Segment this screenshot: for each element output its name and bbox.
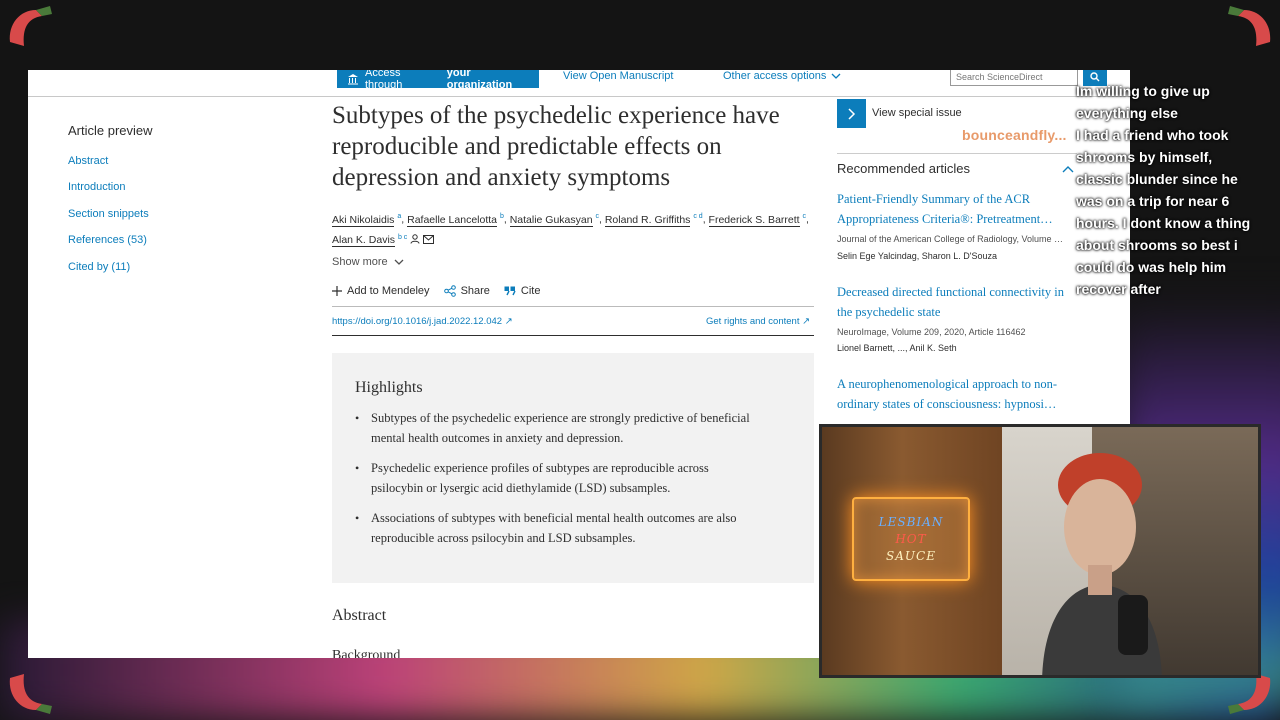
doi-link[interactable]: https://doi.org/10.1016/j.jad.2022.12.04… [332, 316, 513, 327]
chevron-up-icon[interactable] [1062, 165, 1074, 173]
nav-item-section-snippets[interactable]: Section snippets [68, 208, 149, 220]
chat-username: bounceandfly... [962, 127, 1067, 143]
doi-text: https://doi.org/10.1016/j.jad.2022.12.04… [332, 316, 503, 327]
author-list: Aki Nikolaidis a, Rafaelle Lancelotta b,… [332, 213, 809, 247]
recommended-article-journal: NeuroImage, Volume 209, 2020, Article 11… [837, 327, 1026, 337]
highlight-item: Subtypes of the psychedelic experience a… [355, 409, 755, 448]
mendeley-label: Add to Mendeley [347, 285, 430, 297]
plus-icon [332, 286, 342, 296]
author-link[interactable]: Alan K. Davis [332, 234, 396, 247]
recommended-article-link[interactable]: A neurophenomenological approach to non-… [837, 375, 1077, 414]
divider [837, 153, 1077, 154]
author-affiliation: b [499, 213, 504, 220]
neon-sign-line: SAUCE [886, 549, 936, 563]
chat-line: Im willing to give up [1076, 83, 1210, 99]
chat-line: about shrooms so best i [1076, 237, 1238, 253]
webcam-feed: LESBIAN HOT SAUCE [819, 424, 1261, 678]
author-link[interactable]: Natalie Gukasyan [509, 213, 593, 227]
recommended-article-authors: Lionel Barnett, ..., Anil K. Seth [837, 343, 957, 353]
nav-item-cited-by[interactable]: Cited by (11) [68, 261, 130, 273]
chat-line: recover after [1076, 281, 1161, 297]
chat-line: was on a trip for near 6 [1076, 193, 1230, 209]
show-more-label: Show more [332, 256, 388, 268]
article-actions: Add to Mendeley Share Cite [332, 285, 540, 297]
highlights-heading: Highlights [355, 379, 423, 396]
nav-item-abstract[interactable]: Abstract [68, 155, 108, 167]
access-prefix: Access through [365, 70, 403, 91]
chili-pepper-icon [9, 6, 52, 46]
person-icon[interactable] [410, 234, 420, 244]
recommended-articles-heading: Recommended articles [837, 161, 970, 176]
envelope-icon[interactable] [423, 235, 435, 244]
author-affiliation: c d [693, 213, 703, 220]
access-org: your organization [446, 70, 513, 91]
nav-item-introduction[interactable]: Introduction [68, 181, 125, 193]
recommended-article-authors: Selin Ege Yalcindag, Sharon L. D'Souza [837, 251, 997, 261]
chat-message: Im willing to give up everything else I … [1076, 80, 1266, 300]
divider [332, 306, 814, 307]
highlight-item: Psychedelic experience profiles of subty… [355, 459, 755, 498]
add-to-mendeley-button[interactable]: Add to Mendeley [332, 285, 430, 297]
cite-button[interactable]: Cite [504, 285, 541, 297]
author-link[interactable]: Rafaelle Lancelotta [407, 213, 498, 227]
get-rights-link[interactable]: Get rights and content ↗ [706, 316, 810, 327]
neon-sign: LESBIAN HOT SAUCE [852, 497, 970, 581]
special-issue-button[interactable] [837, 99, 866, 128]
chevron-down-icon [831, 73, 841, 79]
other-access-dropdown[interactable]: Other access options [723, 70, 841, 82]
chat-line: hours. I dont know a thing [1076, 215, 1251, 231]
neon-sign-line: HOT [895, 532, 927, 546]
chat-line: I had a friend who took [1076, 127, 1229, 143]
article-title: Subtypes of the psychedelic experience h… [332, 102, 780, 191]
highlight-item: Associations of subtypes with beneficial… [355, 509, 755, 548]
author-affiliation: b c [397, 233, 408, 241]
show-more-toggle[interactable]: Show more [332, 256, 404, 268]
abstract-heading: Abstract [332, 607, 387, 624]
article-preview-heading: Article preview [68, 123, 153, 138]
author-link[interactable]: Aki Nikolaidis [332, 213, 395, 227]
institution-icon [348, 74, 358, 85]
chat-line: shrooms by himself, [1076, 149, 1213, 165]
quote-icon [504, 286, 516, 296]
chevron-down-icon [394, 259, 404, 265]
chili-pepper-icon [9, 674, 52, 714]
recommended-article-link[interactable]: Decreased directed functional connectivi… [837, 283, 1077, 322]
view-manuscript-label: View Open Manuscript [563, 70, 674, 82]
top-access-bar: Access through your organization View Op… [28, 70, 1130, 97]
nav-item-references[interactable]: References (53) [68, 234, 147, 246]
background-heading: Background [332, 648, 401, 658]
author-link[interactable]: Roland R. Griffiths [604, 213, 691, 227]
share-icon [443, 285, 456, 297]
share-label: Share [460, 285, 490, 297]
special-issue-label[interactable]: View special issue [872, 107, 962, 119]
highlights-box: Highlights Subtypes of the psychedelic e… [332, 353, 814, 583]
cite-label: Cite [520, 285, 541, 297]
author-link[interactable]: Frederick S. Barrett [708, 213, 800, 227]
access-organization-button[interactable]: Access through your organization [337, 70, 539, 91]
chat-line: classic blunder since he [1076, 171, 1238, 187]
author-affiliation: a [397, 213, 402, 220]
view-manuscript-link[interactable]: View Open Manuscript [563, 70, 673, 82]
recommended-article-journal: Journal of the American College of Radio… [837, 234, 1063, 244]
author-affiliation: c [595, 213, 600, 220]
chili-pepper-icon [1228, 6, 1271, 46]
rights-text: Get rights and content [706, 316, 800, 327]
neon-sign-line: LESBIAN [878, 515, 944, 529]
recommended-article-link[interactable]: Patient-Friendly Summary of the ACR Appr… [837, 190, 1077, 229]
search-input[interactable]: Search ScienceDirect [950, 70, 1078, 86]
chevron-right-icon [847, 107, 855, 120]
author-affiliation: c [802, 213, 807, 220]
share-button[interactable]: Share [443, 285, 490, 297]
streamer-silhouette [1042, 453, 1162, 675]
chat-line: could do was help him [1076, 259, 1227, 275]
divider [332, 335, 814, 336]
other-access-label: Other access options [723, 70, 827, 82]
chat-line: everything else [1076, 105, 1178, 121]
